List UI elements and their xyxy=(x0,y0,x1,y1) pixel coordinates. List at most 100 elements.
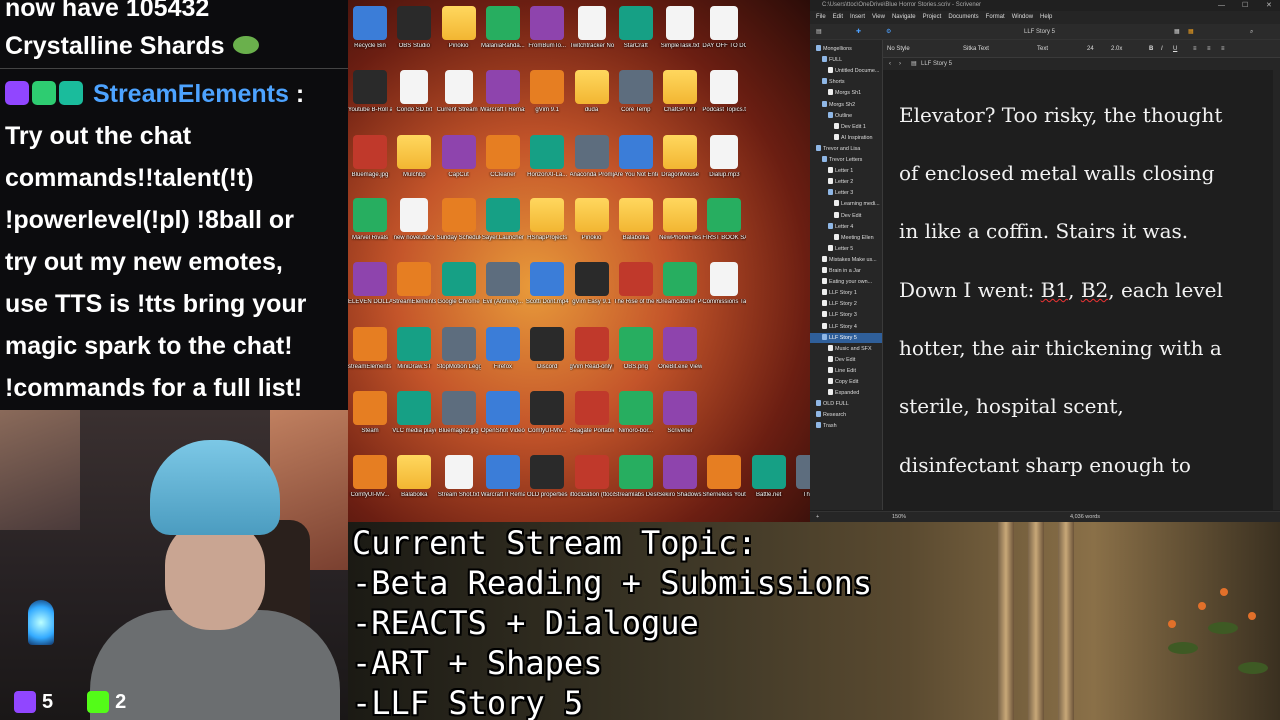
desktop-icon[interactable]: Podcast Topics.txt xyxy=(702,70,746,114)
desktop-icon[interactable]: ELEVEN DOLLAR FOUNDATION xyxy=(348,262,392,306)
forward-arrow-icon[interactable]: › xyxy=(899,58,901,70)
menu-item[interactable]: Insert xyxy=(850,11,865,24)
desktop-icon[interactable]: Bluemage2.jpg xyxy=(437,391,481,435)
desktop-icon[interactable]: HorizonXI-La... xyxy=(525,135,569,179)
misspelled-word[interactable]: B1 xyxy=(1041,278,1068,302)
desktop-icon[interactable]: ComfyUI-MV... xyxy=(525,391,569,435)
desktop-icon[interactable]: The Rise of the Knight xyxy=(614,262,658,306)
desktop-icon[interactable]: Steam xyxy=(348,391,392,435)
binder-toggle-icon[interactable]: ▤ xyxy=(816,24,822,40)
desktop-icon[interactable]: Dreamcatcher Pretty Derby xyxy=(658,262,702,306)
binder-item[interactable]: Outline xyxy=(810,111,852,121)
desktop-icon[interactable]: NewPhoneFiles xyxy=(658,198,702,242)
desktop-icon[interactable]: OLD properties xyxy=(525,455,569,499)
desktop-icon[interactable]: Commissions Tablet.txt xyxy=(702,262,746,306)
view-mode-icon[interactable]: ▦ xyxy=(1174,24,1180,40)
typeface-select[interactable]: Text xyxy=(1037,40,1048,58)
desktop-icon[interactable]: streamElements Stream... xyxy=(348,327,392,371)
binder-item[interactable]: Morgs Sh2 xyxy=(810,100,855,110)
binder-item[interactable]: Learning medi... xyxy=(810,199,880,209)
menu-item[interactable]: Edit xyxy=(833,11,843,24)
binder-item[interactable]: Line Edit xyxy=(810,366,856,376)
align-center-icon[interactable]: ≡ xyxy=(1207,40,1211,58)
binder-item[interactable]: LLF Story 1 xyxy=(810,288,857,298)
menu-item[interactable]: Format xyxy=(986,11,1005,24)
misspelled-word[interactable]: B2 xyxy=(1081,278,1108,302)
compile-icon[interactable]: ⚙ xyxy=(886,24,891,40)
add-document-icon[interactable]: ✚ xyxy=(856,24,861,40)
desktop-icon[interactable]: Bluemage.jpg xyxy=(348,135,392,179)
desktop-icon[interactable]: Scrivener xyxy=(658,391,702,435)
desktop-icon[interactable]: OpenShot Video Editor xyxy=(481,391,525,435)
binder-item[interactable]: Dev Edit xyxy=(810,211,861,221)
desktop-icon[interactable]: Pinokio xyxy=(570,198,614,242)
desktop-icon[interactable]: Are You Not Entertained.mp4 xyxy=(614,135,658,179)
desktop-icon[interactable]: Sayer.Launcher xyxy=(481,198,525,242)
desktop-icon[interactable]: ChatGPTVT xyxy=(658,70,702,114)
desktop-icon[interactable]: Discord xyxy=(525,327,569,371)
desktop-icon[interactable]: gVim Read-only 9.1 xyxy=(570,327,614,371)
desktop-icon[interactable]: FromBumTo... xyxy=(525,6,569,50)
binder-item[interactable]: Dev Edit xyxy=(810,355,855,365)
desktop-icon[interactable]: Thum... xyxy=(791,455,810,499)
minimize-icon[interactable]: — xyxy=(1218,0,1225,11)
binder-item[interactable]: Letter 3 xyxy=(810,188,853,198)
desktop-icon[interactable]: Sunday Scheduler xyxy=(437,198,481,242)
desktop-icon[interactable]: Warcraft I Remastered xyxy=(481,70,525,114)
desktop-icon[interactable]: Google Chrome xyxy=(437,262,481,306)
binder-item[interactable]: Trevor Letters xyxy=(810,155,862,165)
binder-item[interactable]: Dev Edit 1 xyxy=(810,122,866,132)
binder-item[interactable]: LLF Story 2 xyxy=(810,299,857,309)
desktop-icon[interactable]: MiniDraw.ST xyxy=(392,327,436,371)
binder-item[interactable]: LLF Story 4 xyxy=(810,322,857,332)
desktop-icon[interactable]: Scotti Dont.mp4 xyxy=(525,262,569,306)
editor-scrollbar[interactable] xyxy=(1273,70,1280,510)
menu-item[interactable]: Navigate xyxy=(892,11,916,24)
binder-item[interactable]: Shorts xyxy=(810,77,845,87)
close-icon[interactable]: ✕ xyxy=(1266,0,1272,11)
desktop-icon[interactable]: duda xyxy=(570,70,614,114)
desktop-icon[interactable]: Current Stream Topic.txt xyxy=(437,70,481,114)
desktop-icon[interactable]: gVim 9.1 xyxy=(525,70,569,114)
binder-item[interactable]: Untitled Docume... xyxy=(810,66,879,76)
desktop-icon[interactable]: gVim Easy 9.1 xyxy=(570,262,614,306)
desktop-icon[interactable]: Balabolka xyxy=(614,198,658,242)
desktop-icon[interactable]: HSnapProjects xyxy=(525,198,569,242)
menu-item[interactable]: Help xyxy=(1040,11,1052,24)
desktop-icon[interactable]: Evil (Archive)... xyxy=(481,262,525,306)
desktop-icon[interactable]: StreamElements Stream... xyxy=(392,262,436,306)
desktop-icon[interactable]: OneBit.exe Viewer xyxy=(658,327,702,371)
style-select[interactable]: No Style xyxy=(887,40,910,58)
desktop-icon[interactable]: Firefox xyxy=(481,327,525,371)
corkboard-icon[interactable]: ▦ xyxy=(1188,24,1194,40)
desktop-icon[interactable]: Warcraft II Remastered xyxy=(481,455,525,499)
desktop-icon[interactable]: DAY OFF TO DO LIST.txt xyxy=(702,6,746,50)
font-select[interactable]: Sitka Text xyxy=(963,40,989,58)
desktop-icon[interactable]: Seagate Portable Disk xyxy=(570,391,614,435)
desktop-icon[interactable]: VLC media player xyxy=(392,391,436,435)
desktop-icon[interactable]: Balabolka xyxy=(392,455,436,499)
binder-item[interactable]: Mistakes Make us... xyxy=(810,255,877,265)
desktop-icon[interactable]: StopMotion Leggo xyxy=(437,327,481,371)
line-spacing-select[interactable]: 2.0x xyxy=(1111,40,1122,58)
binder-item[interactable]: LLF Story 3 xyxy=(810,310,857,320)
menu-item[interactable]: View xyxy=(872,11,885,24)
menu-item[interactable]: Window xyxy=(1012,11,1033,24)
binder-item[interactable]: FULL xyxy=(810,55,842,65)
chat-username[interactable]: StreamElements xyxy=(93,80,289,108)
add-item-icon[interactable]: + xyxy=(816,512,819,522)
binder-item[interactable]: Morgs Sh1 xyxy=(810,88,861,98)
desktop-icon[interactable]: Anaconda Prompt (2) xyxy=(570,135,614,179)
binder-item[interactable]: Letter 1 xyxy=(810,166,853,176)
desktop-icon[interactable]: ittoclization (ttocc) - C... xyxy=(570,455,614,499)
binder-item[interactable]: Expanded xyxy=(810,388,859,398)
desktop-icon[interactable]: Mulchbp xyxy=(392,135,436,179)
binder-item[interactable]: Eating your own... xyxy=(810,277,872,287)
desktop-icon[interactable]: StarCraft xyxy=(614,6,658,50)
binder-item[interactable]: OLD FULL xyxy=(810,399,849,409)
desktop-icon[interactable]: Nimoro-bor... xyxy=(614,391,658,435)
search-icon[interactable]: ⌕ xyxy=(1250,24,1253,40)
desktop-icon[interactable]: Dialup.mp3 xyxy=(702,135,746,179)
menu-item[interactable]: File xyxy=(816,11,826,24)
binder-item[interactable]: Copy Edit xyxy=(810,377,858,387)
